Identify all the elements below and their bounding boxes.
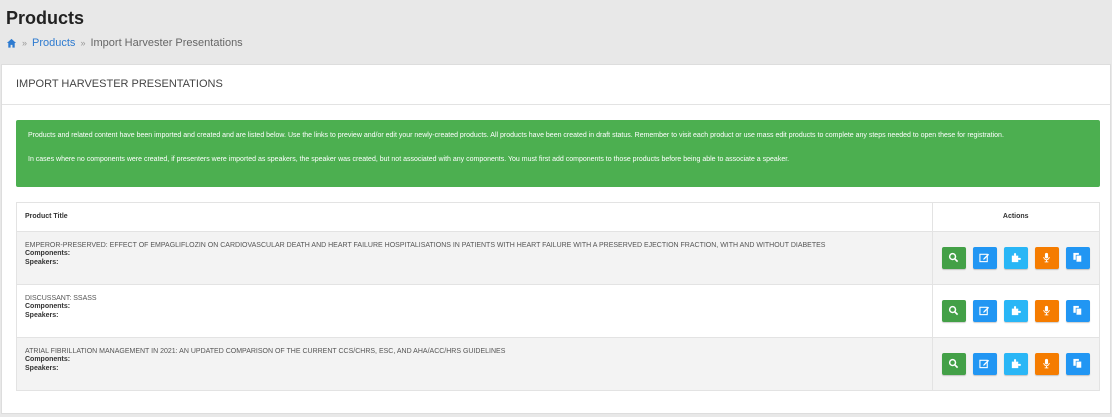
copy-button[interactable]	[1065, 352, 1090, 375]
puzzle-icon	[1012, 359, 1022, 369]
action-buttons	[933, 246, 1100, 269]
product-title[interactable]: EMPEROR-PRESERVED: EFFECT OF EMPAGLIFLOZ…	[25, 242, 924, 249]
components-label: Components:	[25, 249, 71, 257]
action-buttons	[933, 352, 1100, 375]
copy-icon	[1073, 359, 1083, 369]
search-icon	[949, 359, 959, 369]
preview-button[interactable]	[941, 299, 966, 322]
components-button[interactable]	[1003, 246, 1028, 269]
product-cell: ATRIAL FIBRILLATION MANAGEMENT IN 2021: …	[17, 336, 932, 390]
speakers-button[interactable]	[1034, 246, 1059, 269]
speakers-label: Speakers:	[25, 311, 59, 319]
speakers-button[interactable]	[1034, 299, 1059, 322]
table-row: EMPEROR-PRESERVED: EFFECT OF EMPAGLIFLOZ…	[17, 230, 1100, 284]
puzzle-icon	[1012, 306, 1022, 316]
copy-button[interactable]	[1065, 246, 1090, 269]
breadcrumb-current: Import Harvester Presentations	[90, 37, 243, 49]
actions-cell	[931, 230, 1100, 284]
product-cell: EMPEROR-PRESERVED: EFFECT OF EMPAGLIFLOZ…	[17, 230, 932, 284]
action-buttons	[933, 299, 1100, 322]
actions-cell	[931, 283, 1100, 337]
breadcrumb: » Products » Import Harvester Presentati…	[6, 37, 243, 49]
edit-icon	[979, 306, 990, 316]
components-label: Components:	[25, 355, 71, 363]
breadcrumb-separator: »	[80, 38, 86, 48]
preview-button[interactable]	[941, 246, 966, 269]
panel-heading: IMPORT HARVESTER PRESENTATIONS	[2, 65, 1110, 105]
microphone-icon	[1043, 305, 1050, 316]
column-header-actions: Actions	[931, 203, 1099, 232]
edit-button[interactable]	[972, 299, 997, 322]
speakers-button[interactable]	[1034, 352, 1059, 375]
microphone-icon	[1043, 252, 1050, 263]
actions-cell	[931, 336, 1100, 390]
search-icon	[949, 305, 959, 316]
home-icon[interactable]	[6, 38, 17, 49]
alert-paragraph: In cases where no components were create…	[28, 156, 790, 163]
page-header: Products » Products » Import Harvester P…	[0, 0, 1112, 62]
copy-icon	[1073, 252, 1083, 263]
alert-paragraph: Products and related content have been i…	[28, 132, 1004, 139]
search-icon	[949, 252, 959, 263]
success-alert: Products and related content have been i…	[16, 120, 1100, 187]
components-button[interactable]	[1003, 352, 1028, 375]
products-table: Product Title Actions EMPEROR-PRESERVED:…	[16, 202, 1100, 391]
puzzle-icon	[1012, 253, 1022, 263]
speakers-label: Speakers:	[25, 258, 59, 266]
edit-button[interactable]	[972, 352, 997, 375]
product-title[interactable]: DISCUSSANT: SSaSS	[25, 295, 924, 302]
microphone-icon	[1043, 359, 1050, 369]
components-button[interactable]	[1003, 299, 1028, 322]
copy-icon	[1073, 305, 1083, 316]
product-title[interactable]: ATRIAL FIBRILLATION MANAGEMENT IN 2021: …	[25, 348, 924, 355]
edit-icon	[979, 359, 990, 369]
table-row: DISCUSSANT: SSaSS Components: Speakers:	[17, 283, 1100, 337]
speakers-label: Speakers:	[25, 364, 59, 372]
breadcrumb-products-link[interactable]: Products	[32, 37, 75, 49]
table-row: ATRIAL FIBRILLATION MANAGEMENT IN 2021: …	[17, 336, 1100, 390]
page-title: Products	[6, 8, 85, 28]
edit-button[interactable]	[972, 246, 997, 269]
copy-button[interactable]	[1065, 299, 1090, 322]
edit-icon	[979, 253, 990, 263]
preview-button[interactable]	[941, 352, 966, 375]
components-label: Components:	[25, 302, 71, 310]
product-cell: DISCUSSANT: SSaSS Components: Speakers:	[17, 283, 932, 337]
column-header-product-title: Product Title	[17, 203, 932, 232]
import-panel: IMPORT HARVESTER PRESENTATIONS Products …	[1, 64, 1111, 414]
breadcrumb-separator: »	[22, 38, 28, 48]
